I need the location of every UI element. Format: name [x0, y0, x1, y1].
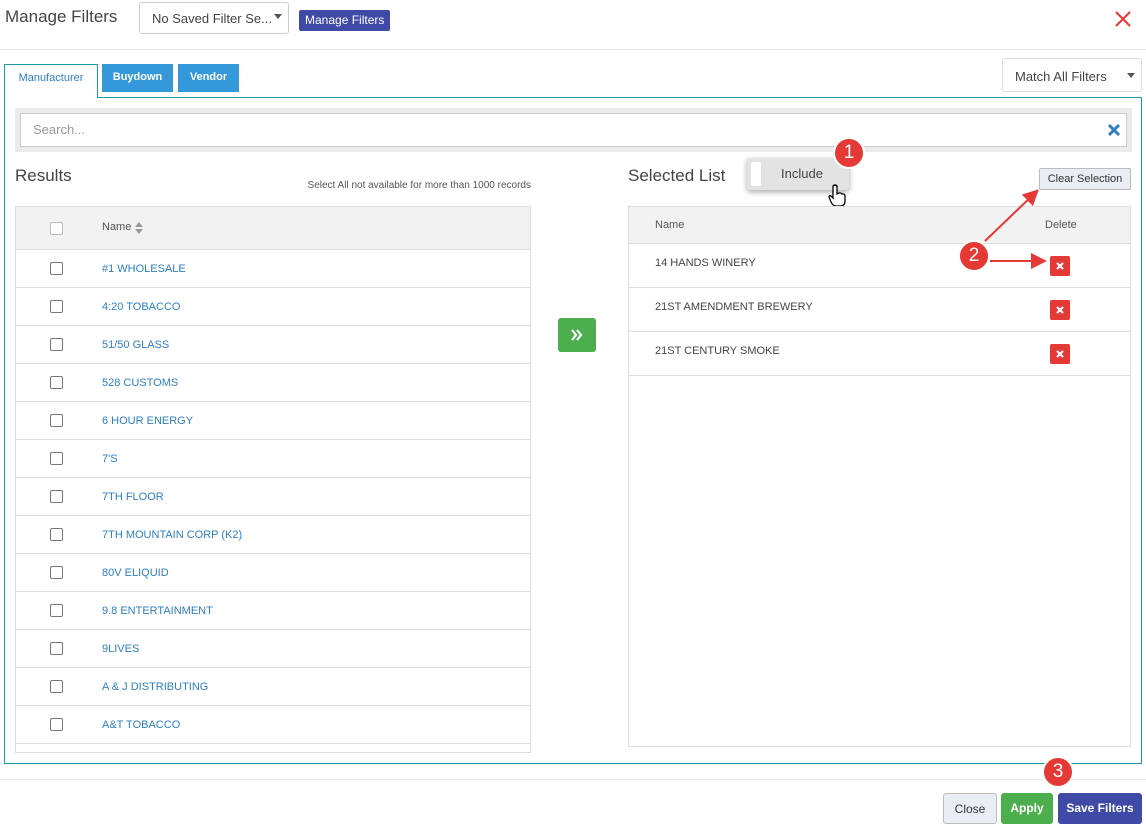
- modal-footer: Close Apply Save Filters: [0, 779, 1146, 825]
- table-row[interactable]: 528 CUSTOMS: [16, 364, 530, 402]
- tab-buydown[interactable]: Buydown: [102, 64, 173, 92]
- select-all-note: Select All not available for more than 1…: [307, 180, 531, 191]
- row-checkbox[interactable]: [50, 566, 63, 579]
- results-title: Results: [15, 166, 72, 185]
- clear-selection-button[interactable]: Clear Selection: [1039, 168, 1131, 190]
- table-row[interactable]: 4:20 TOBACCO: [16, 288, 530, 326]
- selected-rows: 14 HANDS WINERY 21ST AMENDMENT BREWERY 21S…: [629, 244, 1130, 376]
- result-name-link[interactable]: 80V ELIQUID: [102, 567, 169, 579]
- delete-button[interactable]: [1050, 256, 1070, 276]
- result-name-link[interactable]: A & J DISTRIBUTING: [102, 681, 208, 693]
- selected-item-name: 14 HANDS WINERY: [655, 257, 756, 269]
- delete-button[interactable]: [1050, 300, 1070, 320]
- annotation-badge-3: 3: [1042, 756, 1074, 788]
- table-row[interactable]: 7'S: [16, 440, 530, 478]
- selected-table: Name Delete 14 HANDS WINERY 21ST AMENDMEN…: [628, 206, 1131, 747]
- table-row[interactable]: 9.8 ENTERTAINMENT: [16, 592, 530, 630]
- table-row[interactable]: 7TH FLOOR: [16, 478, 530, 516]
- delete-button[interactable]: [1050, 344, 1070, 364]
- row-checkbox[interactable]: [50, 680, 63, 693]
- selected-list-title: Selected List: [628, 166, 726, 185]
- result-name-link[interactable]: 528 CUSTOMS: [102, 377, 178, 389]
- match-filters-value: Match All Filters: [1015, 69, 1107, 84]
- match-filters-select[interactable]: Match All Filters: [1002, 58, 1142, 92]
- result-name-link[interactable]: 51/50 GLASS: [102, 339, 169, 351]
- table-row[interactable]: 51/50 GLASS: [16, 326, 530, 364]
- table-row[interactable]: A & J DISTRIBUTING: [16, 668, 530, 706]
- delete-x-icon: [1056, 350, 1064, 358]
- search-input[interactable]: Search...: [20, 113, 1127, 147]
- include-toggle-label: Include: [781, 166, 823, 181]
- selected-table-header: Name Delete: [629, 207, 1130, 244]
- clear-x-icon[interactable]: [1106, 122, 1122, 138]
- selected-item-name: 21ST AMENDMENT BREWERY: [655, 301, 813, 313]
- delete-x-icon: [1056, 262, 1064, 270]
- row-checkbox[interactable]: [50, 376, 63, 389]
- result-name-link[interactable]: 7TH MOUNTAIN CORP (K2): [102, 529, 242, 541]
- row-checkbox[interactable]: [50, 642, 63, 655]
- manage-filters-button[interactable]: Manage Filters: [299, 10, 391, 31]
- table-row[interactable]: A&T TOBACCO: [16, 706, 530, 744]
- close-button[interactable]: Close: [943, 793, 997, 824]
- selected-item-name: 21ST CENTURY SMOKE: [655, 345, 780, 357]
- annotation-badge-1: 1: [833, 137, 865, 169]
- selected-delete-column-header: Delete: [1045, 219, 1077, 231]
- hand-pointer-icon: [828, 184, 846, 207]
- dropdown-caret-icon: [1127, 73, 1135, 78]
- close-icon[interactable]: [1112, 8, 1134, 30]
- search-placeholder: Search...: [33, 122, 86, 137]
- table-row[interactable]: 80V ELIQUID: [16, 554, 530, 592]
- result-name-link[interactable]: A&T TOBACCO: [102, 719, 180, 731]
- result-name-link[interactable]: 4:20 TOBACCO: [102, 301, 180, 313]
- result-name-link[interactable]: 9.8 ENTERTAINMENT: [102, 605, 213, 617]
- filter-panel: Search... Results Select All not availab…: [4, 97, 1142, 764]
- row-checkbox[interactable]: [50, 338, 63, 351]
- tab-vendor[interactable]: Vendor: [178, 64, 239, 92]
- apply-button[interactable]: Apply: [1001, 793, 1053, 824]
- results-table: Name #1 WHOLESALE 4:20 TOBACCO 51/50 GLASS…: [15, 206, 531, 753]
- annotation-badge-2: 2: [958, 240, 990, 272]
- result-name-link[interactable]: #1 WHOLESALE: [102, 263, 186, 275]
- row-checkbox[interactable]: [50, 414, 63, 427]
- selected-row: 21ST AMENDMENT BREWERY: [629, 288, 1130, 332]
- row-checkbox[interactable]: [50, 604, 63, 617]
- row-checkbox[interactable]: [50, 490, 63, 503]
- row-checkbox[interactable]: [50, 528, 63, 541]
- sort-icon[interactable]: [135, 222, 143, 234]
- result-name-link[interactable]: 7TH FLOOR: [102, 491, 164, 503]
- result-name-link[interactable]: 7'S: [102, 453, 118, 465]
- add-selected-button[interactable]: [558, 318, 596, 352]
- results-rows: #1 WHOLESALE 4:20 TOBACCO 51/50 GLASS 528 C…: [16, 250, 530, 744]
- table-row[interactable]: 7TH MOUNTAIN CORP (K2): [16, 516, 530, 554]
- saved-filter-select[interactable]: No Saved Filter Se...: [139, 2, 289, 34]
- delete-x-icon: [1056, 306, 1064, 314]
- save-filters-button[interactable]: Save Filters: [1058, 793, 1142, 824]
- results-name-column-header[interactable]: Name: [102, 221, 131, 233]
- double-chevron-right-icon: [571, 329, 583, 341]
- row-checkbox[interactable]: [50, 300, 63, 313]
- result-name-link[interactable]: 9LIVES: [102, 643, 139, 655]
- table-row[interactable]: 9LIVES: [16, 630, 530, 668]
- result-name-link[interactable]: 6 HOUR ENERGY: [102, 415, 193, 427]
- selected-name-column-header: Name: [655, 219, 685, 231]
- saved-filter-value: No Saved Filter Se...: [152, 11, 272, 26]
- row-checkbox[interactable]: [50, 262, 63, 275]
- modal-header: Manage Filters No Saved Filter Se... Man…: [0, 0, 1146, 50]
- tab-manufacturer[interactable]: Manufacturer: [4, 64, 98, 98]
- row-checkbox[interactable]: [50, 718, 63, 731]
- toggle-knob: [751, 162, 761, 186]
- table-row[interactable]: 6 HOUR ENERGY: [16, 402, 530, 440]
- search-bar: Search...: [15, 108, 1132, 152]
- selected-row: 21ST CENTURY SMOKE: [629, 332, 1130, 376]
- modal-title: Manage Filters: [5, 7, 118, 26]
- results-table-header: Name: [16, 207, 530, 250]
- table-row[interactable]: #1 WHOLESALE: [16, 250, 530, 288]
- row-checkbox[interactable]: [50, 452, 63, 465]
- selected-row: 14 HANDS WINERY: [629, 244, 1130, 288]
- dropdown-caret-icon: [274, 14, 282, 19]
- select-all-checkbox[interactable]: [50, 222, 63, 235]
